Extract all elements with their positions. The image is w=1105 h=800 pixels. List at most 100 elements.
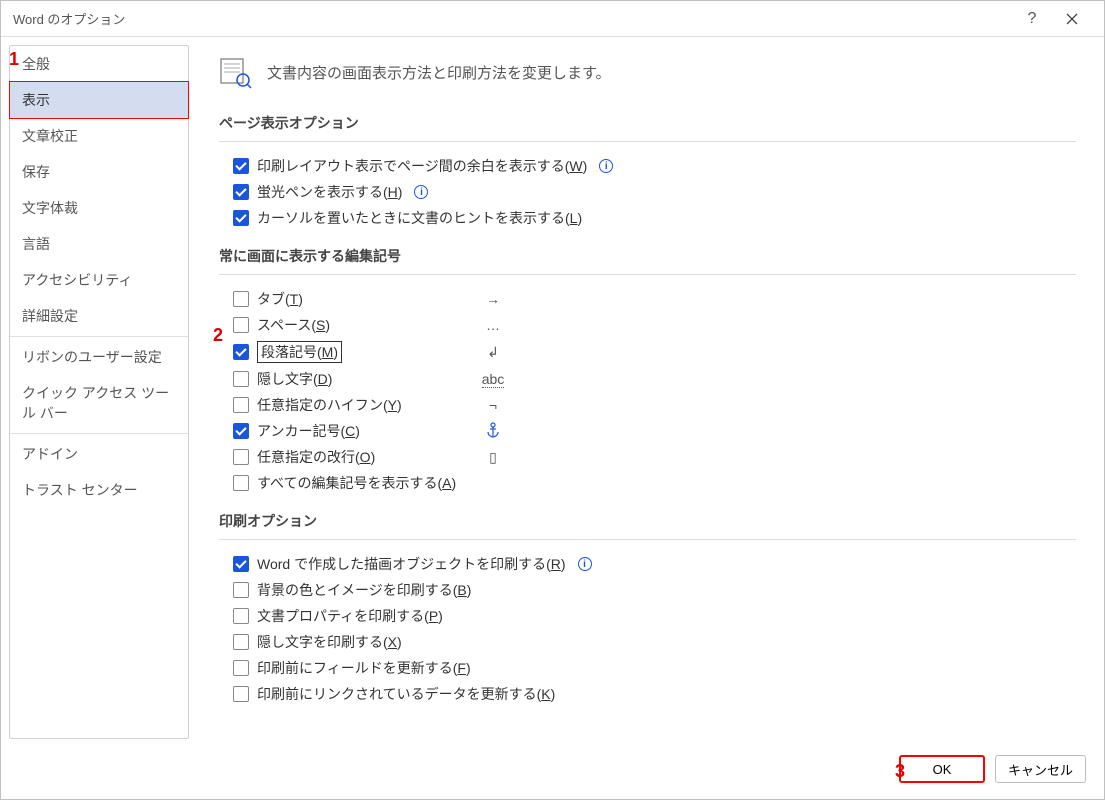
sidebar-item-label: 全般 — [22, 56, 50, 72]
option-row: 隠し文字(D) abc — [219, 369, 1076, 389]
checkbox[interactable] — [233, 686, 249, 702]
sidebar-item-label: 保存 — [22, 164, 50, 180]
option-row: すべての編集記号を表示する(A) — [219, 473, 1076, 493]
checkbox[interactable] — [233, 371, 249, 387]
section-separator — [219, 539, 1076, 540]
option-row: 文書プロパティを印刷する(P) — [219, 606, 1076, 626]
sidebar-item-label: 詳細設定 — [22, 308, 78, 324]
titlebar: Word のオプション ? — [1, 1, 1104, 37]
option-row: 印刷前にリンクされているデータを更新する(K) — [219, 684, 1076, 704]
sidebar-item-label: 文章校正 — [22, 128, 78, 144]
info-icon[interactable]: i — [578, 557, 592, 571]
checkbox[interactable] — [233, 582, 249, 598]
sidebar-item[interactable]: 全般 — [10, 46, 188, 82]
option-row: 任意指定のハイフン(Y)¬ — [219, 395, 1076, 415]
checkbox[interactable] — [233, 158, 249, 174]
options-dialog: Word のオプション ? 全般表示文章校正保存文字体裁言語アクセシビリティ詳細… — [0, 0, 1105, 800]
option-label: 隠し文字(D) — [257, 369, 332, 389]
option-row: 印刷前にフィールドを更新する(F) — [219, 658, 1076, 678]
checkbox[interactable] — [233, 210, 249, 226]
dialog-body: 全般表示文章校正保存文字体裁言語アクセシビリティ詳細設定リボンのユーザー設定クイ… — [1, 37, 1104, 739]
option-row: 蛍光ペンを表示する(H)i — [219, 182, 1076, 202]
content-header-text: 文書内容の画面表示方法と印刷方法を変更します。 — [267, 62, 611, 83]
display-settings-icon — [219, 55, 253, 89]
sidebar-item-label: アドイン — [22, 446, 78, 462]
checkbox[interactable] — [233, 556, 249, 572]
formatting-symbol: ↲ — [473, 344, 513, 361]
sidebar-item[interactable]: 言語 — [10, 226, 188, 262]
option-row: Word で作成した描画オブジェクトを印刷する(R) i — [219, 554, 1076, 574]
sidebar-item[interactable]: アドイン — [10, 436, 188, 472]
formatting-symbol: … — [473, 317, 513, 333]
sidebar-item-label: 言語 — [22, 236, 50, 252]
close-icon — [1066, 13, 1078, 25]
checkbox[interactable] — [233, 475, 249, 491]
formatting-symbol: abc — [473, 371, 513, 387]
checkbox[interactable] — [233, 423, 249, 439]
sidebar-item[interactable]: 詳細設定 — [10, 298, 188, 334]
checkbox[interactable] — [233, 397, 249, 413]
option-row: スペース(S) … — [219, 315, 1076, 335]
checkbox[interactable] — [233, 184, 249, 200]
sidebar-item[interactable]: アクセシビリティ — [10, 262, 188, 298]
content-header: 文書内容の画面表示方法と印刷方法を変更します。 — [219, 55, 1076, 89]
section-separator — [219, 274, 1076, 275]
sidebar-item[interactable]: クイック アクセス ツール バー — [10, 375, 188, 431]
option-label: 隠し文字を印刷する(X) — [257, 632, 402, 652]
sidebar-item[interactable]: リボンのユーザー設定 — [10, 339, 188, 375]
section-title: 印刷オプション — [219, 511, 1076, 531]
option-row: カーソルを置いたときに文書のヒントを表示する(L) — [219, 208, 1076, 228]
section-title: ページ表示オプション — [219, 113, 1076, 133]
formatting-symbol: ¬ — [473, 397, 513, 413]
sidebar-separator — [10, 336, 188, 337]
window-title: Word のオプション — [13, 9, 1012, 28]
option-label: スペース(S) — [257, 315, 330, 335]
info-icon[interactable]: i — [599, 159, 613, 173]
sidebar-item[interactable]: トラスト センター — [10, 472, 188, 508]
option-label: 印刷前にリンクされているデータを更新する(K) — [257, 684, 555, 704]
sidebar-item-label: クイック アクセス ツール バー — [22, 385, 169, 421]
help-button[interactable]: ? — [1012, 1, 1052, 37]
cancel-button[interactable]: キャンセル — [995, 755, 1086, 783]
option-row: タブ(T)→ — [219, 289, 1076, 309]
checkbox[interactable] — [233, 634, 249, 650]
anchor-icon — [486, 422, 500, 438]
checkbox[interactable] — [233, 660, 249, 676]
info-icon[interactable]: i — [414, 185, 428, 199]
option-label: Word で作成した描画オブジェクトを印刷する(R) — [257, 554, 566, 574]
checkbox[interactable] — [233, 608, 249, 624]
dialog-footer: OK キャンセル — [1, 739, 1104, 799]
checkbox[interactable] — [233, 344, 249, 360]
option-label: タブ(T) — [257, 289, 303, 309]
option-label: 任意指定の改行(O) — [257, 447, 375, 467]
option-row: 印刷レイアウト表示でページ間の余白を表示する(W) i — [219, 156, 1076, 176]
checkbox[interactable] — [233, 317, 249, 333]
option-label: 段落記号(M) — [257, 341, 342, 363]
checkbox[interactable] — [233, 291, 249, 307]
section-title: 常に画面に表示する編集記号 — [219, 246, 1076, 266]
option-row: 任意指定の改行(O)▯ — [219, 447, 1076, 467]
option-row: 背景の色とイメージを印刷する(B) — [219, 580, 1076, 600]
sidebar: 全般表示文章校正保存文字体裁言語アクセシビリティ詳細設定リボンのユーザー設定クイ… — [9, 45, 189, 739]
close-button[interactable] — [1052, 1, 1092, 37]
option-label: 印刷レイアウト表示でページ間の余白を表示する(W) — [257, 156, 587, 176]
sidebar-item[interactable]: 文章校正 — [10, 118, 188, 154]
option-row: 隠し文字を印刷する(X) — [219, 632, 1076, 652]
option-label: アンカー記号(C) — [257, 421, 360, 441]
section-separator — [219, 141, 1076, 142]
checkbox[interactable] — [233, 449, 249, 465]
sidebar-item[interactable]: 文字体裁 — [10, 190, 188, 226]
option-label: すべての編集記号を表示する(A) — [257, 473, 456, 493]
option-label: 印刷前にフィールドを更新する(F) — [257, 658, 471, 678]
sidebar-item-label: トラスト センター — [22, 482, 138, 498]
sidebar-item-label: アクセシビリティ — [22, 272, 132, 288]
formatting-symbol — [473, 422, 513, 441]
option-label: 文書プロパティを印刷する(P) — [257, 606, 443, 626]
sidebar-item[interactable]: 表示 — [9, 81, 189, 119]
sidebar-item[interactable]: 保存 — [10, 154, 188, 190]
option-row: 段落記号(M) ↲ — [219, 341, 1076, 363]
sidebar-item-label: 文字体裁 — [22, 200, 78, 216]
ok-button[interactable]: OK — [899, 755, 985, 783]
option-label: カーソルを置いたときに文書のヒントを表示する(L) — [257, 208, 582, 228]
option-label: 背景の色とイメージを印刷する(B) — [257, 580, 471, 600]
